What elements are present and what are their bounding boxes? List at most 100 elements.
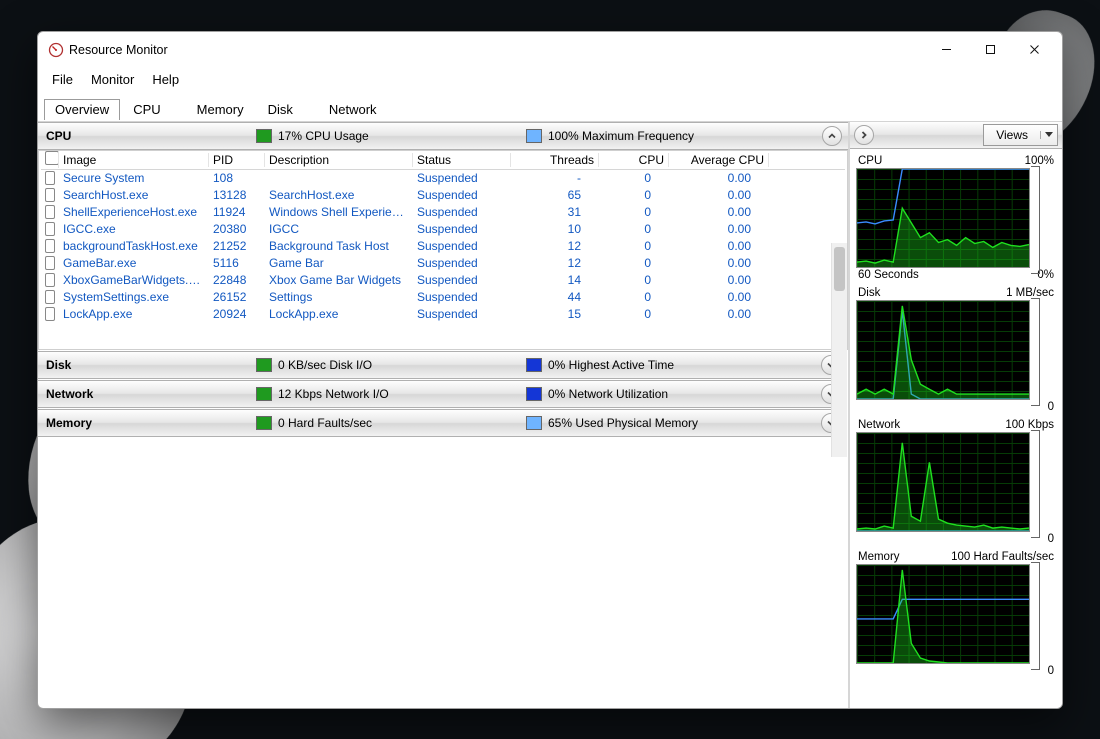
row-checkbox[interactable] [45,290,55,304]
graph-scale: 100 Kbps [1005,419,1054,431]
menu-monitor[interactable]: Monitor [83,70,142,89]
row-checkbox[interactable] [45,222,55,236]
row-pid: 26152 [209,290,265,304]
net-util-label: 0% Network Utilization [548,387,668,401]
section-network-header[interactable]: Network 12 Kbps Network I/O 0% Network U… [38,380,847,408]
graph-memory: Memory100 Hard Faults/sec0 [856,549,1056,677]
row-pid: 5116 [209,256,265,270]
row-description: Xbox Game Bar Widgets [265,273,413,287]
process-row[interactable]: Secure System108Suspended-00.00 [41,170,845,187]
col-threads[interactable]: Threads [511,153,599,167]
row-image: IGCC.exe [59,222,209,236]
row-pid: 13128 [209,188,265,202]
row-description: Windows Shell Experience... [265,205,413,219]
section-cpu-header[interactable]: CPU 17% CPU Usage 100% Maximum Frequency [38,122,848,150]
row-threads: 12 [511,239,599,253]
net-io-swatch [256,387,272,401]
process-row[interactable]: GameBar.exe5116Game BarSuspended1200.00 [41,255,845,272]
row-pid: 20924 [209,307,265,321]
row-checkbox[interactable] [45,239,55,253]
col-pid[interactable]: PID [209,153,265,167]
process-row[interactable]: IGCC.exe20380IGCCSuspended1000.00 [41,221,845,238]
graph-title: Network [858,419,900,431]
row-image: SearchHost.exe [59,188,209,202]
row-status: Suspended [413,273,511,287]
minimize-button[interactable] [924,36,968,64]
row-description: Game Bar [265,256,413,270]
row-cpu: 0 [599,222,669,236]
row-status: Suspended [413,205,511,219]
main-scrollbar[interactable] [831,243,847,457]
row-image: GameBar.exe [59,256,209,270]
row-checkbox[interactable] [45,205,55,219]
mem-faults-swatch [256,416,272,430]
row-checkbox[interactable] [45,273,55,287]
tab-memory[interactable]: Memory [186,99,255,120]
net-io-label: 12 Kbps Network I/O [278,387,389,401]
maximize-button[interactable] [968,36,1012,64]
process-row[interactable]: ShellExperienceHost.exe11924Windows Shel… [41,204,845,221]
row-checkbox[interactable] [45,171,55,185]
row-checkbox[interactable] [45,256,55,270]
graph-title: Disk [858,287,880,299]
process-row[interactable]: XboxGameBarWidgets.exe22848Xbox Game Bar… [41,272,845,289]
row-status: Suspended [413,239,511,253]
row-avgcpu: 0.00 [669,256,769,270]
tab-cpu[interactable]: CPU [122,99,171,120]
section-memory-header[interactable]: Memory 0 Hard Faults/sec 65% Used Physic… [38,409,847,437]
graph-cpu: CPU100%60 Seconds0% [856,153,1056,281]
menu-file[interactable]: File [44,70,81,89]
window-title: Resource Monitor [69,43,168,57]
section-disk-header[interactable]: Disk 0 KB/sec Disk I/O 0% Highest Active… [38,351,847,379]
row-cpu: 0 [599,188,669,202]
row-checkbox[interactable] [45,188,55,202]
graph-title: CPU [858,155,882,167]
titlebar[interactable]: Resource Monitor [38,32,1062,66]
row-avgcpu: 0.00 [669,188,769,202]
tab-disk[interactable]: Disk [257,99,304,120]
graph-foot-left: 60 Seconds [858,269,919,281]
side-collapse-button[interactable] [854,125,874,145]
col-status[interactable]: Status [413,153,511,167]
graph-foot-right: 0 [1048,665,1054,677]
graph-network: Network100 Kbps0 [856,417,1056,545]
row-pid: 11924 [209,205,265,219]
graph-title: Memory [858,551,900,563]
process-row[interactable]: SearchHost.exe13128SearchHost.exeSuspend… [41,187,845,204]
views-dropdown-icon[interactable] [1040,131,1057,139]
row-image: XboxGameBarWidgets.exe [59,273,209,287]
process-table-header[interactable]: Image PID Description Status Threads CPU… [41,151,845,170]
row-status: Suspended [413,307,511,321]
row-threads: 10 [511,222,599,236]
section-cpu-title: CPU [38,129,256,143]
row-cpu: 0 [599,171,669,185]
process-row[interactable]: SystemSettings.exe26152SettingsSuspended… [41,289,845,306]
row-avgcpu: 0.00 [669,273,769,287]
col-avgcpu[interactable]: Average CPU [669,153,769,167]
row-threads: 65 [511,188,599,202]
col-cpu[interactable]: CPU [599,153,669,167]
col-description[interactable]: Description [265,153,413,167]
cpu-usage-label: 17% CPU Usage [278,129,369,143]
header-checkbox[interactable] [45,151,59,165]
tab-overview[interactable]: Overview [44,99,120,120]
tab-network[interactable]: Network [318,99,388,120]
process-row[interactable]: LockApp.exe20924LockApp.exeSuspended1500… [41,306,845,323]
row-threads: 15 [511,307,599,321]
row-description: Settings [265,290,413,304]
row-pid: 22848 [209,273,265,287]
close-button[interactable] [1012,36,1056,64]
menubar: File Monitor Help [38,66,1062,94]
row-checkbox[interactable] [45,307,55,321]
scrollbar-thumb[interactable] [834,247,845,291]
col-image[interactable]: Image [59,153,209,167]
row-cpu: 0 [599,290,669,304]
mem-used-label: 65% Used Physical Memory [548,416,698,430]
net-util-swatch [526,387,542,401]
cpu-freq-swatch [526,129,542,143]
cpu-collapse-button[interactable] [822,126,842,146]
disk-active-swatch [526,358,542,372]
menu-help[interactable]: Help [144,70,187,89]
process-row[interactable]: backgroundTaskHost.exe21252Background Ta… [41,238,845,255]
views-button[interactable]: Views [983,124,1058,146]
